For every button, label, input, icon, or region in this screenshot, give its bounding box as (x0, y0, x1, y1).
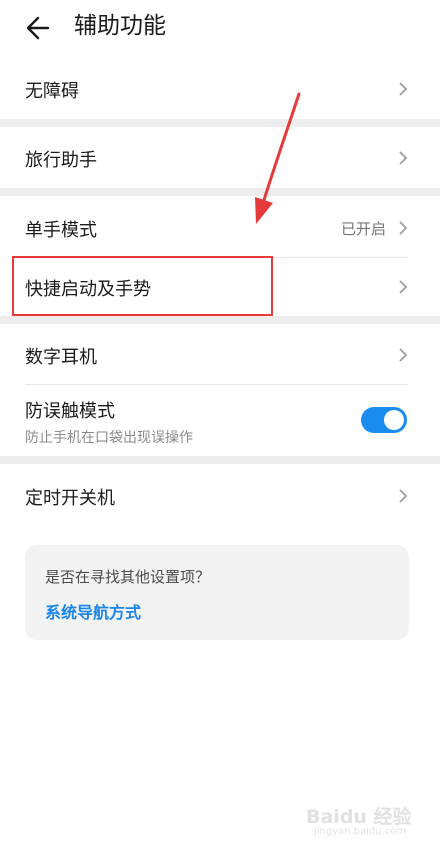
settings-item-label: 防误触模式 (25, 401, 115, 422)
settings-item-one-hand-mode[interactable]: 单手模式 已开启 (0, 196, 440, 257)
chevron-right-icon (399, 221, 408, 235)
settings-item-digital-earphones[interactable]: 数字耳机 (0, 324, 440, 384)
system-navigation-link[interactable]: 系统导航方式 (45, 599, 141, 623)
back-arrow-icon[interactable] (20, 10, 56, 46)
settings-item-label: 定时开关机 (25, 488, 115, 509)
settings-item-label: 数字耳机 (25, 347, 97, 368)
settings-item-label: 单手模式 (25, 220, 97, 241)
watermark-logo: Baidu 经验 (306, 806, 412, 828)
watermark-url: jingyan.baidu.com (314, 826, 407, 837)
settings-item-accidental-touch: 防误触模式 防止手机在口袋出现误操作 (0, 385, 440, 456)
settings-item-description: 防止手机在口袋出现误操作 (25, 430, 193, 446)
chevron-right-icon (399, 489, 408, 503)
page-title: 辅助功能 (74, 13, 166, 39)
settings-item-accessibility[interactable]: 无障碍 (0, 60, 440, 119)
status-value: 已开启 (340, 220, 386, 238)
suggestion-card: 是否在寻找其他设置项？ 系统导航方式 (25, 545, 409, 640)
chevron-right-icon (399, 348, 408, 362)
group-separator (0, 119, 440, 127)
baidu-watermark: Baidu 经验 jingyan.baidu.com (306, 800, 416, 844)
group-separator (0, 316, 440, 324)
accidental-touch-toggle[interactable] (361, 407, 407, 433)
header: 辅助功能 (0, 0, 440, 56)
suggestion-question: 是否在寻找其他设置项？ (45, 568, 211, 586)
settings-item-label: 无障碍 (25, 81, 79, 102)
group-separator (0, 188, 440, 196)
group-separator (0, 456, 440, 464)
settings-item-label: 旅行助手 (25, 150, 97, 171)
chevron-right-icon (399, 151, 408, 165)
settings-item-travel-assistant[interactable]: 旅行助手 (0, 127, 440, 188)
toggle-knob (384, 410, 404, 430)
chevron-right-icon (399, 82, 408, 96)
chevron-right-icon (399, 280, 408, 294)
annotation-highlight-box (12, 256, 273, 316)
settings-item-scheduled-power[interactable]: 定时开关机 (0, 464, 440, 526)
